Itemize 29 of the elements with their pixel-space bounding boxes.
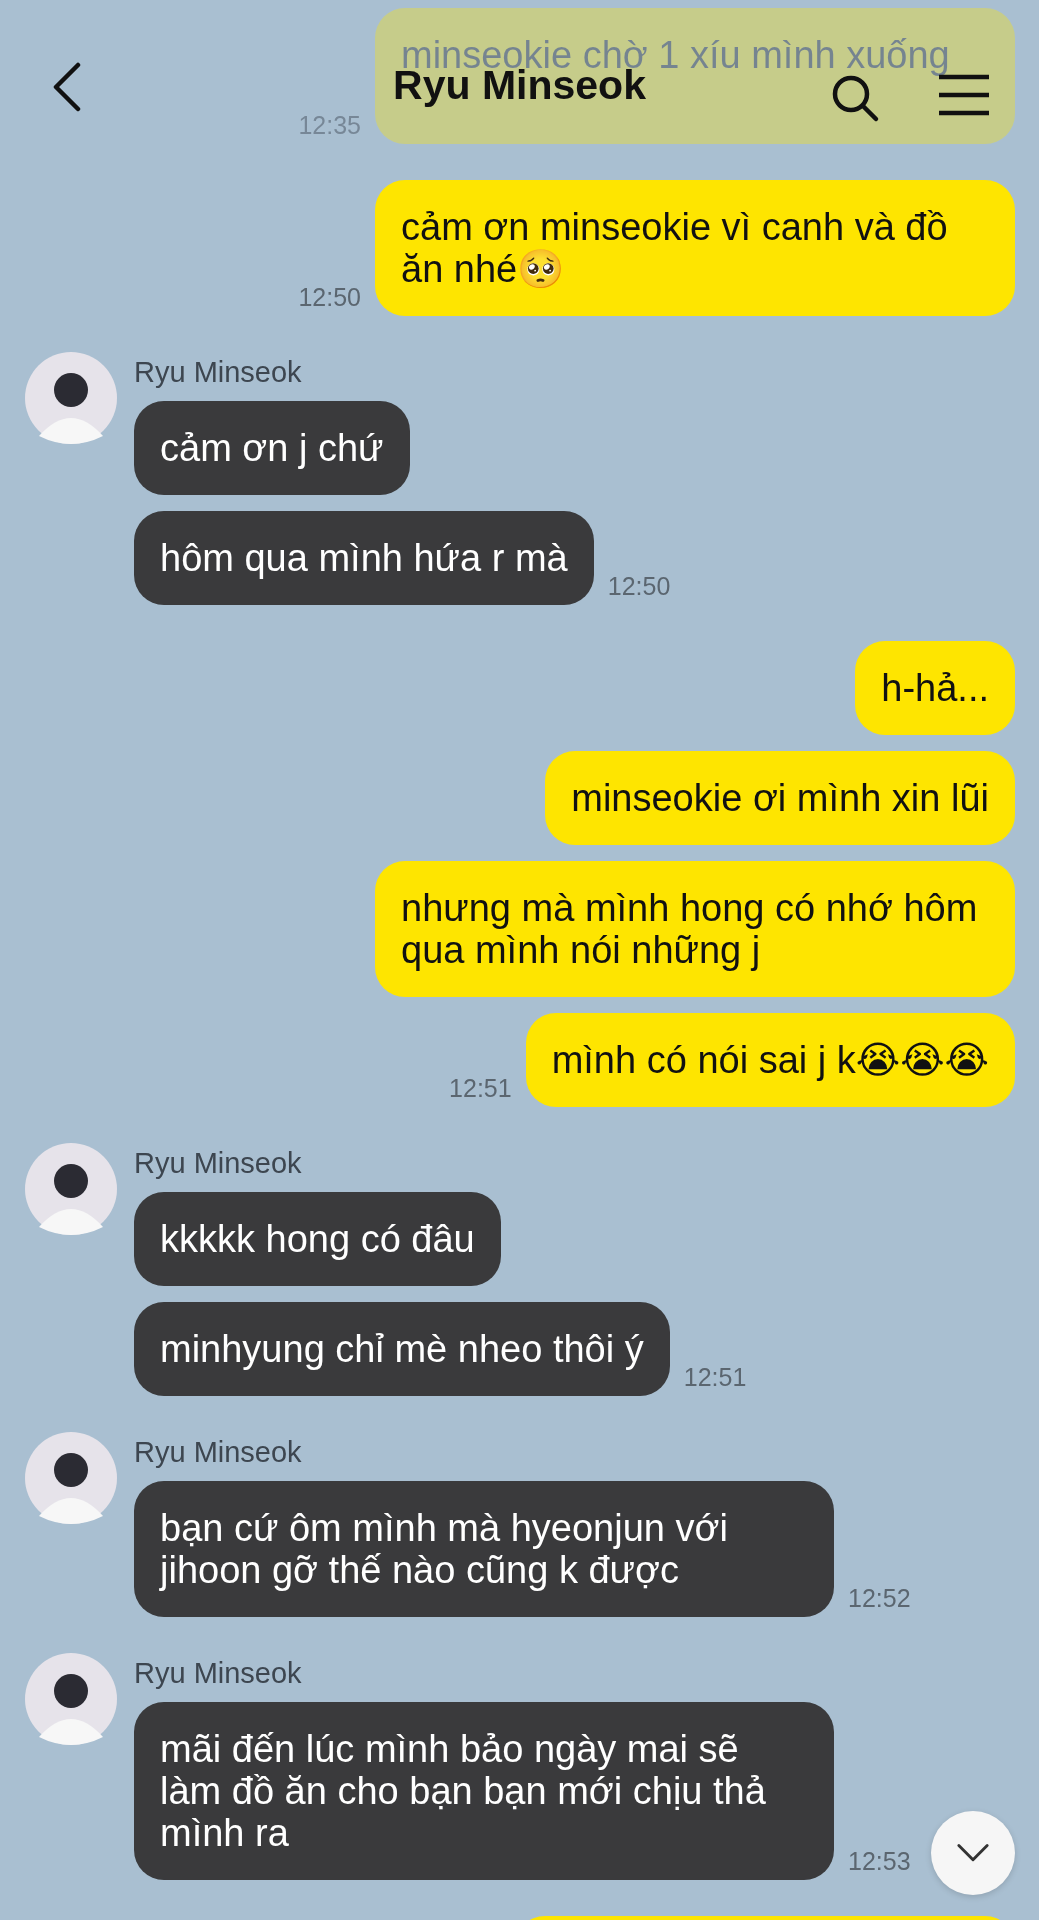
menu-icon[interactable] bbox=[937, 74, 991, 116]
message-bubble: kkkkk hong có đâu bbox=[134, 1192, 501, 1286]
message-bubble: hôm qua mình hứa r mà bbox=[134, 511, 594, 605]
message-time: 12:53 bbox=[848, 1847, 911, 1876]
message-bubble: mãi đến lúc mình bảo ngày mai sẽ làm đồ ăn cho bạn bạn mới chịu thả mình ra bbox=[134, 1702, 834, 1880]
message-bubble: minseokie ơi mình xin lũi bbox=[545, 751, 1015, 845]
avatar-icon[interactable] bbox=[25, 1653, 117, 1745]
message-time: 12:50 bbox=[298, 283, 361, 312]
chevron-down-icon bbox=[956, 1843, 990, 1863]
sender-name: Ryu Minseok bbox=[134, 1657, 302, 1690]
message-bubble: h-hả... bbox=[855, 641, 1015, 735]
message-time: 12:50 bbox=[607, 572, 671, 601]
message-bubble: minhyung chỉ mè nheo thôi ý bbox=[134, 1302, 670, 1396]
avatar-icon[interactable] bbox=[25, 1432, 117, 1524]
back-icon[interactable] bbox=[52, 62, 82, 112]
message-time: 12:51 bbox=[449, 1074, 512, 1103]
message-bubble: nhưng mà mình hong có nhớ hôm qua mình nói những j bbox=[375, 861, 1015, 997]
sender-name: Ryu Minseok bbox=[134, 356, 302, 389]
avatar-icon[interactable] bbox=[25, 352, 117, 444]
avatar-icon[interactable] bbox=[25, 1143, 117, 1235]
message-time: 12:51 bbox=[683, 1363, 747, 1392]
message-bubble: cảm ơn minseokie vì canh và đồ ăn nhé🥺 bbox=[375, 180, 1015, 316]
message-bubble: bạn cứ ôm mình mà hyeonjun với jihoon gỡ thế nào cũng k được bbox=[134, 1481, 834, 1617]
message-bubble: cảm ơn j chứ bbox=[134, 401, 410, 495]
message-time: 12:52 bbox=[848, 1584, 911, 1613]
message-time: 12:35 bbox=[298, 111, 361, 140]
message-bubble: mình có nói sai j k😭😭😭 bbox=[525, 1013, 1015, 1107]
sender-name: Ryu Minseok bbox=[134, 1436, 302, 1469]
sender-name: Ryu Minseok bbox=[134, 1147, 302, 1180]
